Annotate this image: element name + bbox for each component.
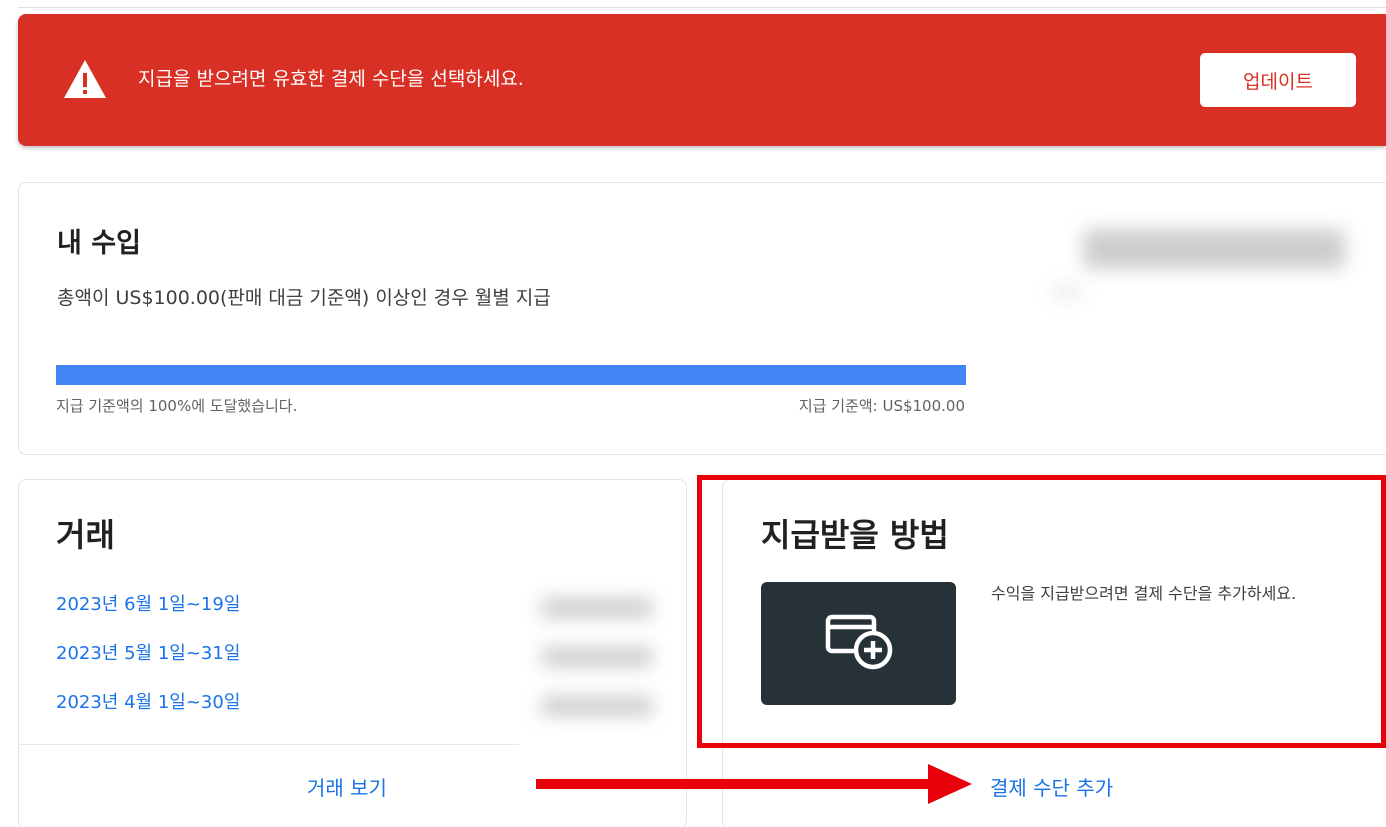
list-item: 2023년 4월 1일~30일 bbox=[56, 690, 240, 739]
list-item: 2023년 6월 1일~19일 bbox=[56, 592, 240, 641]
earnings-description: 총액이 US$100.00(판매 대금 기준액) 이상인 경우 월별 지급 bbox=[57, 287, 551, 309]
top-divider bbox=[18, 7, 1386, 8]
annotation-arrow bbox=[536, 764, 972, 804]
transaction-period-link[interactable]: 2023년 6월 1일~19일 bbox=[56, 592, 240, 641]
add-payment-method-link[interactable]: 결제 수단 추가 bbox=[990, 772, 1113, 801]
transactions-list: 2023년 6월 1일~19일 2023년 5월 1일~31일 2023년 4월… bbox=[56, 592, 240, 739]
redacted-amount bbox=[541, 647, 653, 667]
payout-threshold: 지급 기준액: US$100.00 bbox=[798, 397, 965, 415]
payment-alert-banner: 지급을 받으려면 유효한 결제 수단을 선택하세요. 업데이트 bbox=[18, 14, 1386, 146]
redacted-balance bbox=[1083, 229, 1345, 269]
earnings-title: 내 수입 bbox=[57, 228, 141, 259]
transactions-title: 거래 bbox=[56, 516, 115, 554]
view-transactions-link[interactable]: 거래 보기 bbox=[307, 772, 387, 801]
alert-message: 지급을 받으려면 유효한 결제 수단을 선택하세요. bbox=[138, 68, 524, 90]
transaction-period-link[interactable]: 2023년 4월 1일~30일 bbox=[56, 690, 240, 739]
redacted-amount bbox=[541, 696, 653, 716]
earnings-card: 내 수입 총액이 US$100.00(판매 대금 기준액) 이상인 경우 월별 … bbox=[18, 182, 1386, 455]
annotation-highlight-box bbox=[697, 475, 1386, 748]
redacted-balance-caption bbox=[1051, 285, 1081, 299]
redacted-amount bbox=[541, 598, 653, 618]
payout-progress-bar bbox=[56, 365, 966, 385]
update-button[interactable]: 업데이트 bbox=[1200, 53, 1356, 107]
card-divider bbox=[19, 744, 519, 745]
transaction-period-link[interactable]: 2023년 5월 1일~31일 bbox=[56, 641, 240, 690]
warning-icon bbox=[62, 58, 108, 100]
progress-fill bbox=[56, 365, 966, 385]
list-item: 2023년 5월 1일~31일 bbox=[56, 641, 240, 690]
progress-status: 지급 기준액의 100%에 도달했습니다. bbox=[56, 397, 298, 415]
